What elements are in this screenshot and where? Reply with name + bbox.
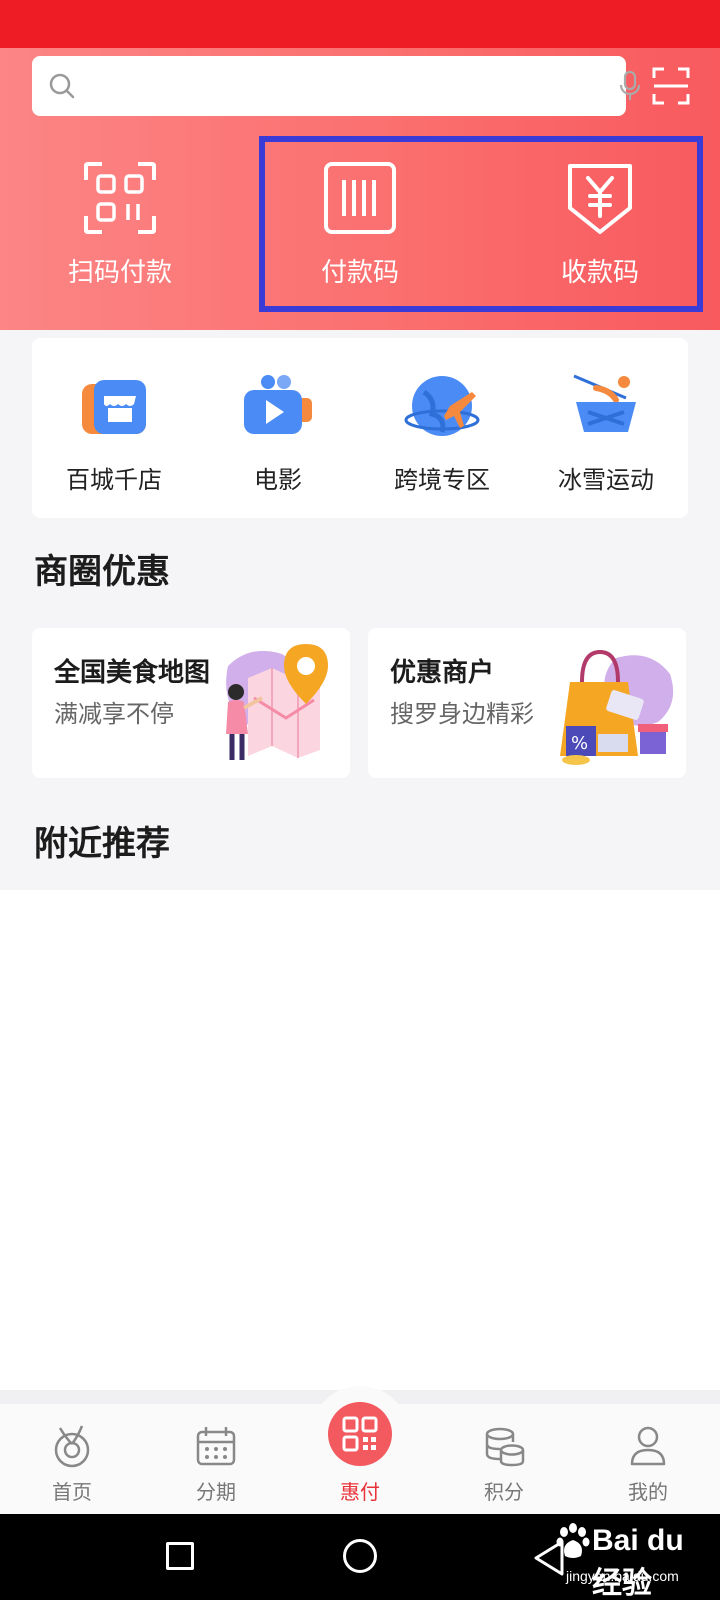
user-icon <box>630 1426 666 1466</box>
tab-home[interactable]: 首页 <box>0 1404 144 1514</box>
tab-label: 积分 <box>484 1480 524 1504</box>
promo-title: 全国美食地图 <box>54 658 211 688</box>
shopping-bag-illustration-icon: % <box>560 649 674 765</box>
search-icon <box>49 73 75 99</box>
category-store[interactable]: 百城千店 <box>32 368 196 498</box>
tab-mine[interactable]: 我的 <box>576 1404 720 1514</box>
promo-title: 优惠商户 <box>390 658 495 688</box>
promo-subtitle: 满减享不停 <box>54 700 174 728</box>
home-icon <box>54 1425 90 1468</box>
tab-label: 我的 <box>628 1480 668 1504</box>
scan-icon[interactable] <box>652 66 690 106</box>
watermark-url: jingyan.baidu.com <box>566 1568 679 1584</box>
category-cross-border[interactable]: 跨境专区 <box>360 368 524 498</box>
home-circle-icon[interactable] <box>343 1539 377 1573</box>
category-card: 百城千店 电影 跨境专区 冰雪运动 <box>32 338 688 518</box>
highlight-frame <box>259 136 703 312</box>
scan-pay-label: 扫码付款 <box>67 258 172 288</box>
category-label: 百城千店 <box>66 466 162 494</box>
promo-food-map[interactable]: 全国美食地图 满减享不停 <box>32 628 350 778</box>
store-icon <box>82 380 146 434</box>
tab-label: 分期 <box>196 1480 236 1504</box>
ski-icon <box>573 374 636 432</box>
calendar-icon <box>196 1427 236 1466</box>
recent-apps-icon[interactable] <box>166 1542 194 1570</box>
movie-camera-icon <box>244 375 312 434</box>
watermark-brand: Bai du 经验 <box>592 1524 684 1600</box>
paw-logo-icon <box>556 1523 590 1558</box>
section-title-nearby: 附近推荐 <box>34 824 170 864</box>
svg-text:%: % <box>571 733 588 754</box>
microphone-icon[interactable] <box>616 70 644 102</box>
map-illustration-icon <box>226 644 328 760</box>
category-ski[interactable]: 冰雪运动 <box>524 368 688 498</box>
qr-code-icon <box>342 1416 378 1452</box>
status-bar <box>0 0 720 48</box>
scan-pay-button[interactable]: 扫码付款 <box>30 160 210 300</box>
category-label: 冰雪运动 <box>558 466 654 494</box>
category-label: 电影 <box>254 466 302 494</box>
globe-plane-icon <box>404 376 480 436</box>
watermark: Bai du 经验 jingyan.baidu.com <box>556 1522 714 1600</box>
promo-merchants[interactable]: 优惠商户 搜罗身边精彩 % <box>368 628 686 778</box>
promo-subtitle: 搜罗身边精彩 <box>390 700 534 728</box>
coins-icon <box>485 1427 525 1467</box>
search-bar[interactable] <box>32 56 641 116</box>
tab-label: 惠付 <box>340 1480 380 1504</box>
tab-installment[interactable]: 分期 <box>144 1404 288 1514</box>
search-input[interactable] <box>88 66 588 106</box>
huifu-center-button[interactable] <box>328 1402 392 1466</box>
section-title-deals: 商圈优惠 <box>34 552 170 592</box>
tab-label: 首页 <box>52 1480 92 1504</box>
scan-pay-icon <box>84 162 156 234</box>
category-label: 跨境专区 <box>394 466 490 494</box>
tab-points[interactable]: 积分 <box>432 1404 576 1514</box>
category-movie[interactable]: 电影 <box>196 368 360 498</box>
